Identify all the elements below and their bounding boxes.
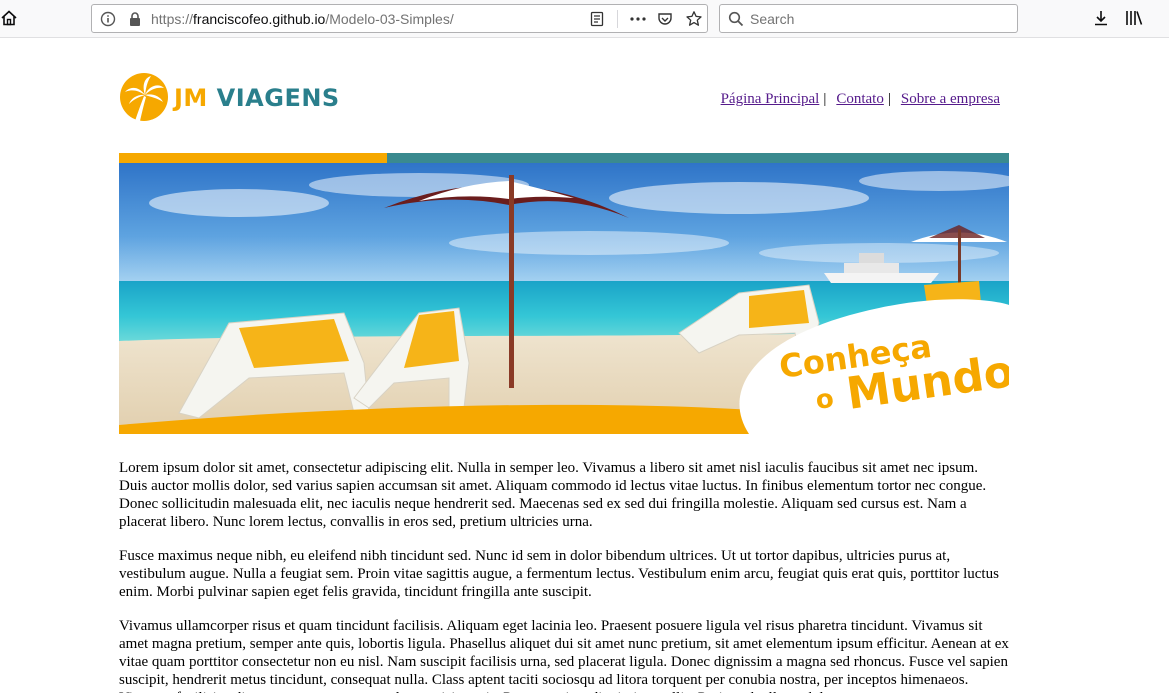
- content-paragraph: Fusce maximus neque nibh, eu eleifend ni…: [119, 548, 999, 600]
- url-host: franciscofeo.github.io: [193, 11, 326, 27]
- url-prefix: https://: [151, 11, 194, 27]
- search-icon: [728, 11, 744, 27]
- nav-link-pagina-principal[interactable]: Página Principal: [721, 91, 820, 107]
- url-bar[interactable]: https://franciscofeo.github.io/Modelo-03…: [91, 4, 708, 33]
- url-path: /Modelo-03-Simples/: [325, 11, 454, 27]
- download-icon[interactable]: [1092, 9, 1110, 27]
- logo-text: JM VIAGENS: [174, 84, 340, 112]
- lock-icon[interactable]: [127, 11, 143, 27]
- banner-top-stripe-teal: [387, 153, 1009, 163]
- site-info-icon[interactable]: [100, 11, 116, 27]
- url-separator: [617, 10, 618, 28]
- beach-illustration: Conheça o Mundo: [119, 163, 1009, 434]
- home-icon[interactable]: [0, 9, 18, 27]
- library-icon[interactable]: [1124, 9, 1144, 27]
- palm-logo-icon: [120, 73, 168, 121]
- url-text[interactable]: https://franciscofeo.github.io/Modelo-03…: [151, 11, 454, 27]
- browser-toolbar: https://franciscofeo.github.io/Modelo-03…: [0, 0, 1169, 38]
- site-logo[interactable]: JM VIAGENS: [119, 72, 359, 122]
- nav-separator: |: [887, 91, 891, 107]
- reader-view-icon[interactable]: [589, 11, 605, 27]
- nav-link-sobre-a-empresa[interactable]: Sobre a empresa: [901, 91, 1000, 107]
- main-content: Lorem ipsum dolor sit amet, consectetur …: [119, 459, 1009, 693]
- hero-banner: Conheça o Mundo: [119, 163, 1009, 434]
- content-paragraph: Vivamus ullamcorper risus et quam tincid…: [119, 618, 1009, 693]
- main-nav: Página Principal | Contato | Sobre a empresa: [721, 91, 1000, 108]
- logo-jm: JM: [174, 84, 208, 112]
- search-input[interactable]: [750, 7, 1010, 31]
- nav-separator: |: [823, 91, 827, 107]
- pocket-icon[interactable]: [657, 11, 673, 27]
- nav-link-contato[interactable]: Contato: [836, 91, 884, 107]
- banner-top-stripe-orange: [119, 153, 387, 163]
- page-actions-icon[interactable]: [629, 11, 647, 27]
- bookmark-star-icon[interactable]: [685, 10, 703, 28]
- content-paragraph: Lorem ipsum dolor sit amet, consectetur …: [119, 460, 987, 530]
- logo-viagens: VIAGENS: [216, 84, 340, 112]
- search-bar[interactable]: [719, 4, 1018, 33]
